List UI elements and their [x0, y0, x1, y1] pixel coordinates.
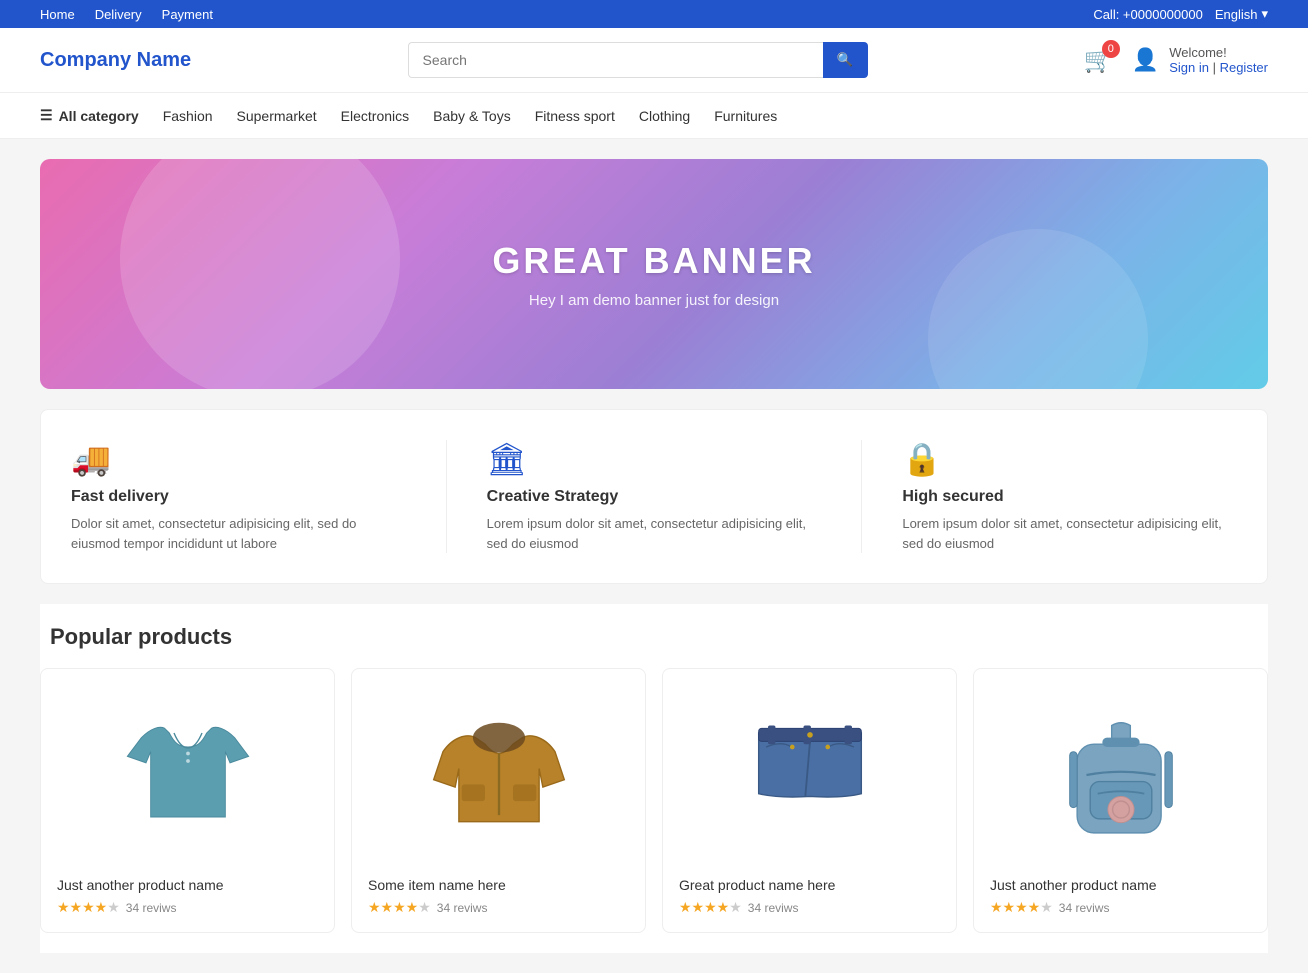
- hamburger-icon: ☰: [40, 107, 53, 124]
- user-icon: 👤: [1132, 47, 1159, 73]
- auth-separator: |: [1213, 60, 1220, 75]
- popular-products-title: Popular products: [40, 624, 1268, 650]
- feature-delivery-title: Fast delivery: [71, 488, 406, 506]
- feature-strategy: 🏛 Creative Strategy Lorem ipsum dolor si…: [487, 440, 822, 553]
- review-count-2: 34 reviws: [437, 901, 488, 915]
- all-category-label: All category: [59, 108, 139, 124]
- backpack-svg: [1051, 705, 1191, 845]
- top-nav-payment[interactable]: Payment: [162, 7, 213, 22]
- product-name-2: Some item name here: [368, 877, 629, 893]
- top-bar: Home Delivery Payment Call: +0000000000 …: [0, 0, 1308, 28]
- language-label: English: [1215, 7, 1258, 22]
- jacket-svg: [429, 705, 569, 845]
- product-card-3[interactable]: Great product name here ★★★★★ 34 reviws: [662, 668, 957, 933]
- security-icon: 🔒: [902, 440, 1237, 478]
- feature-security-desc: Lorem ipsum dolor sit amet, consectetur …: [902, 514, 1237, 553]
- hero-banner: GREAT BANNER Hey I am demo banner just f…: [40, 159, 1268, 389]
- product-image-3: [679, 685, 940, 865]
- search-input[interactable]: [408, 42, 823, 78]
- product-rating-2: ★★★★★ 34 reviws: [368, 899, 629, 916]
- nav-furnitures[interactable]: Furnitures: [714, 94, 777, 138]
- review-count-3: 34 reviws: [748, 901, 799, 915]
- delivery-icon: 🚚: [71, 440, 406, 478]
- nav-clothing[interactable]: Clothing: [639, 94, 690, 138]
- phone-number: Call: +0000000000: [1093, 7, 1203, 22]
- product-name-1: Just another product name: [57, 877, 318, 893]
- feature-security-title: High secured: [902, 488, 1237, 506]
- feature-security: 🔒 High secured Lorem ipsum dolor sit ame…: [902, 440, 1237, 553]
- search-icon: 🔍: [837, 52, 854, 67]
- product-card-4[interactable]: Just another product name ★★★★★ 34 reviw…: [973, 668, 1268, 933]
- features-section: 🚚 Fast delivery Dolor sit amet, consecte…: [40, 409, 1268, 584]
- top-nav-delivery[interactable]: Delivery: [95, 7, 142, 22]
- top-nav: Home Delivery Payment: [40, 7, 213, 22]
- stars-2: ★★★★★: [368, 899, 431, 916]
- product-rating-4: ★★★★★ 34 reviws: [990, 899, 1251, 916]
- stars-4: ★★★★★: [990, 899, 1053, 916]
- stars-1: ★★★★★: [57, 899, 120, 916]
- user-area: 👤 Welcome! Sign in | Register: [1132, 45, 1268, 75]
- product-image-1: [57, 685, 318, 865]
- header-right: 🛒 0 👤 Welcome! Sign in | Register: [1084, 45, 1268, 75]
- shorts-svg: [740, 705, 880, 845]
- banner-subtitle: Hey I am demo banner just for design: [529, 292, 779, 309]
- auth-links: Sign in | Register: [1169, 60, 1268, 75]
- top-nav-home[interactable]: Home: [40, 7, 75, 22]
- header: Company Name 🔍 🛒 0 👤 Welcome! Sign in | …: [0, 28, 1308, 93]
- all-category-button[interactable]: ☰ All category: [40, 93, 139, 138]
- review-count-4: 34 reviws: [1059, 901, 1110, 915]
- feature-strategy-desc: Lorem ipsum dolor sit amet, consectetur …: [487, 514, 822, 553]
- product-card-1[interactable]: Just another product name ★★★★★ 34 reviw…: [40, 668, 335, 933]
- cart-button[interactable]: 🛒 0: [1084, 46, 1114, 75]
- nav-fashion[interactable]: Fashion: [163, 94, 213, 138]
- user-text: Welcome! Sign in | Register: [1169, 45, 1268, 75]
- feature-strategy-title: Creative Strategy: [487, 488, 822, 506]
- search-bar: 🔍: [408, 42, 868, 78]
- nav-bar: ☰ All category Fashion Supermarket Elect…: [0, 93, 1308, 139]
- nav-electronics[interactable]: Electronics: [341, 94, 409, 138]
- product-name-3: Great product name here: [679, 877, 940, 893]
- product-rating-1: ★★★★★ 34 reviws: [57, 899, 318, 916]
- register-link[interactable]: Register: [1220, 60, 1268, 75]
- review-count-1: 34 reviws: [126, 901, 177, 915]
- feature-delivery-desc: Dolor sit amet, consectetur adipisicing …: [71, 514, 406, 553]
- product-image-4: [990, 685, 1251, 865]
- shirt-svg: [118, 705, 258, 845]
- nav-supermarket[interactable]: Supermarket: [237, 94, 317, 138]
- product-image-2: [368, 685, 629, 865]
- search-button[interactable]: 🔍: [823, 42, 868, 78]
- product-card-2[interactable]: Some item name here ★★★★★ 34 reviws: [351, 668, 646, 933]
- top-bar-right: Call: +0000000000 English ▾: [1093, 6, 1268, 22]
- products-grid: Just another product name ★★★★★ 34 reviw…: [40, 668, 1268, 933]
- cart-badge: 0: [1102, 40, 1120, 58]
- product-name-4: Just another product name: [990, 877, 1251, 893]
- strategy-icon: 🏛: [487, 440, 822, 478]
- logo[interactable]: Company Name: [40, 49, 191, 72]
- popular-products-section: Popular products Just another product na…: [40, 604, 1268, 953]
- welcome-text: Welcome!: [1169, 45, 1268, 60]
- chevron-down-icon: ▾: [1261, 6, 1268, 22]
- product-rating-3: ★★★★★ 34 reviws: [679, 899, 940, 916]
- banner-title: GREAT BANNER: [492, 240, 815, 282]
- nav-baby-toys[interactable]: Baby & Toys: [433, 94, 511, 138]
- language-dropdown[interactable]: English ▾: [1215, 6, 1268, 22]
- nav-fitness[interactable]: Fitness sport: [535, 94, 615, 138]
- feature-delivery: 🚚 Fast delivery Dolor sit amet, consecte…: [71, 440, 406, 553]
- stars-3: ★★★★★: [679, 899, 742, 916]
- sign-in-link[interactable]: Sign in: [1169, 60, 1209, 75]
